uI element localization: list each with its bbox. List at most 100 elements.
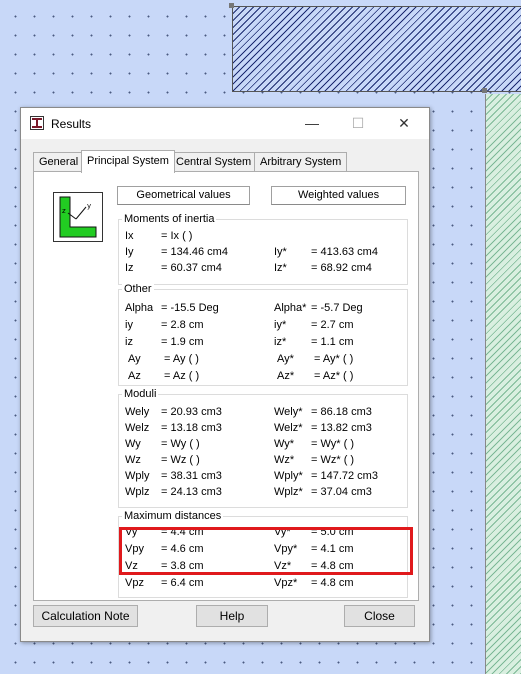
minimize-button[interactable]: —: [289, 108, 335, 139]
weighted-property-name: Alpha*: [274, 302, 307, 314]
result-row: Vpz = 6.4 cm Vpz* = 4.8 cm: [119, 575, 407, 591]
maximize-button: ☐: [335, 108, 381, 139]
highlight-box: [119, 527, 413, 575]
weighted-property-name: Vpz*: [274, 577, 298, 589]
close-window-button[interactable]: ✕: [381, 108, 427, 139]
result-row: iy = 2.8 cm iy* = 2.7 cm: [119, 317, 407, 333]
weighted-property-value: = Wz* ( ): [311, 454, 355, 466]
weighted-values-header: Weighted values: [271, 186, 406, 205]
weighted-property-value: = -5.7 Deg: [311, 302, 363, 314]
property-name: iz: [125, 336, 133, 348]
weighted-property-name: Welz*: [274, 422, 303, 434]
tab-general[interactable]: General: [33, 152, 85, 171]
result-row: Iz = 60.37 cm4 Iz* = 68.92 cm4: [119, 260, 407, 276]
property-value: = Wy ( ): [161, 438, 200, 450]
weighted-property-name: Ay*: [277, 353, 294, 365]
property-name: Alpha: [125, 302, 154, 314]
weighted-property-value: = 13.82 cm3: [311, 422, 372, 434]
weighted-property-value: = 413.63 cm4: [311, 246, 378, 258]
weighted-property-name: Az*: [277, 370, 295, 382]
result-row: Wy = Wy ( ) Wy* = Wy* ( ): [119, 436, 407, 452]
result-row: Wplz = 24.13 cm3 Wplz* = 37.04 cm3: [119, 484, 407, 500]
group-title: Moduli: [122, 388, 159, 400]
window-title: Results: [51, 117, 92, 131]
hatched-region-right: [485, 94, 521, 674]
group-other: Other Alpha = -15.5 Deg Alpha* = -5.7 Deg iy =…: [118, 283, 408, 386]
weighted-property-value: = 86.18 cm3: [311, 406, 372, 418]
property-name: Welz: [125, 422, 150, 434]
weighted-property-name: Wely*: [274, 406, 303, 418]
weighted-property-name: Iz*: [274, 262, 287, 274]
weighted-property-name: iy*: [274, 319, 287, 331]
property-name: Vpz: [125, 577, 144, 589]
property-value: = 2.8 cm: [161, 319, 204, 331]
result-row: Wply = 38.31 cm3 Wply* = 147.72 cm3: [119, 468, 407, 484]
property-name: Ay: [128, 353, 141, 365]
property-name: Iy: [125, 246, 134, 258]
result-row: Ix = Ix ( ): [119, 228, 407, 244]
weighted-property-name: Wplz*: [274, 486, 303, 498]
group-title: Maximum distances: [122, 510, 224, 522]
tab-arbitrary-system[interactable]: Arbitrary System: [254, 152, 348, 171]
group-moduli: Moduli Wely = 20.93 cm3 Wely* = 86.18 cm3 Wel…: [118, 388, 408, 508]
group-title: Other: [122, 283, 154, 295]
property-value: = 134.46 cm4: [161, 246, 228, 258]
selection-handle[interactable]: [229, 3, 234, 8]
weighted-property-value: = 37.04 cm3: [311, 486, 372, 498]
weighted-property-value: = Wy* ( ): [311, 438, 354, 450]
property-value: = Ix ( ): [161, 230, 193, 242]
weighted-property-name: Wply*: [274, 470, 303, 482]
calculation-note-button[interactable]: Calculation Note: [33, 605, 138, 627]
maximize-icon: ☐: [351, 115, 365, 131]
weighted-property-value: = 1.1 cm: [311, 336, 354, 348]
tab-principal-system[interactable]: Principal System: [81, 150, 175, 173]
result-row: Iy = 134.46 cm4 Iy* = 413.63 cm4: [119, 244, 407, 260]
weighted-property-value: = Az* ( ): [314, 370, 354, 382]
property-value: = 20.93 cm3: [161, 406, 222, 418]
weighted-property-value: = 4.8 cm: [311, 577, 354, 589]
result-row: iz = 1.9 cm iz* = 1.1 cm: [119, 334, 407, 350]
property-value: = 13.18 cm3: [161, 422, 222, 434]
property-value: = 60.37 cm4: [161, 262, 222, 274]
result-row: Az = Az ( ) Az* = Az* ( ): [119, 368, 407, 384]
group-moments-of-inertia: Moments of inertia Ix = Ix ( ) Iy = 134.46 c…: [118, 213, 408, 285]
property-name: Wely: [125, 406, 150, 418]
selection-handle[interactable]: [482, 88, 487, 93]
hatched-region-top: [232, 6, 521, 92]
property-value: = -15.5 Deg: [161, 302, 219, 314]
property-name: Wply: [125, 470, 150, 482]
results-dialog: Results — ☐ ✕ General Principal System C…: [20, 107, 430, 642]
result-row: Welz = 13.18 cm3 Welz* = 13.82 cm3: [119, 420, 407, 436]
weighted-property-name: iz*: [274, 336, 287, 348]
principal-system-panel: z y Geometrical values Weighted values M…: [33, 171, 419, 601]
property-value: = 38.31 cm3: [161, 470, 222, 482]
property-value: = 24.13 cm3: [161, 486, 222, 498]
help-button[interactable]: Help: [196, 605, 268, 627]
result-row: Wz = Wz ( ) Wz* = Wz* ( ): [119, 452, 407, 468]
weighted-property-value: = 147.72 cm3: [311, 470, 378, 482]
close-button[interactable]: Close: [344, 605, 415, 627]
property-name: Wy: [125, 438, 141, 450]
property-name: Wz: [125, 454, 141, 466]
app-icon: [30, 116, 44, 130]
property-value: = 1.9 cm: [161, 336, 204, 348]
weighted-property-name: Iy*: [274, 246, 287, 258]
weighted-property-value: = 2.7 cm: [311, 319, 354, 331]
l-section-icon: z y: [53, 192, 103, 242]
weighted-property-value: = 68.92 cm4: [311, 262, 372, 274]
weighted-property-name: Wy*: [274, 438, 295, 450]
property-name: Az: [128, 370, 141, 382]
property-name: Wplz: [125, 486, 150, 498]
result-row: Wely = 20.93 cm3 Wely* = 86.18 cm3: [119, 404, 407, 420]
property-value: = Az ( ): [164, 370, 200, 382]
weighted-property-name: Wz*: [274, 454, 295, 466]
z-axis-label: z: [62, 207, 66, 215]
minimize-icon: —: [305, 115, 319, 131]
weighted-property-value: = Ay* ( ): [314, 353, 354, 365]
tab-central-system[interactable]: Central System: [170, 152, 258, 171]
group-title: Moments of inertia: [122, 213, 217, 225]
property-name: Iz: [125, 262, 134, 274]
property-value: = 6.4 cm: [161, 577, 204, 589]
y-axis-label: y: [87, 202, 91, 210]
title-bar[interactable]: Results — ☐ ✕: [21, 108, 429, 139]
